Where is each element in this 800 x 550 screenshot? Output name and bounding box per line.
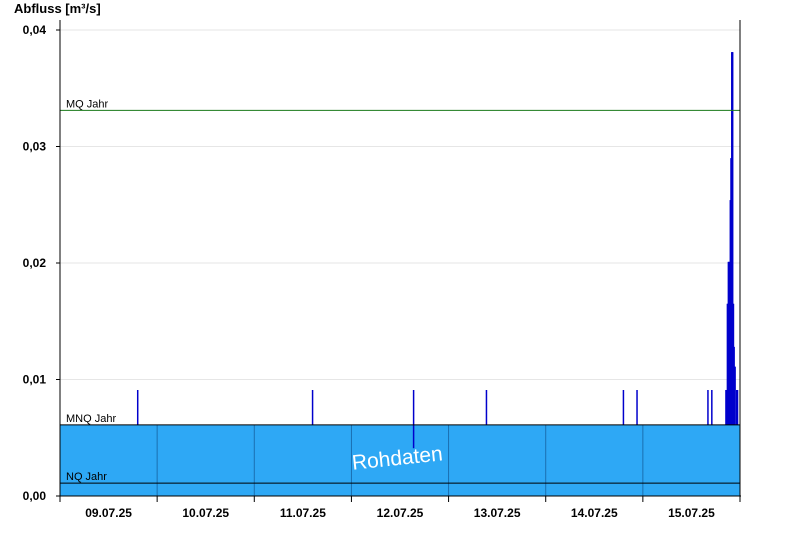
x-tick-label-2: 11.07.25 [280, 506, 326, 520]
y-tick-label-0: 0,00 [23, 489, 47, 503]
y-tick-label-1: 0,01 [23, 373, 47, 387]
peak-bar-9 [733, 366, 736, 425]
chart-title: Abfluss [m³/s] [14, 1, 101, 16]
x-tick-label-6: 15.07.25 [668, 506, 715, 520]
y-tick-label-4: 0,04 [23, 23, 47, 37]
peak-bar-10 [735, 389, 739, 425]
x-ticks: 09.07.25 10.07.25 11.07.25 12.07.25 13.07.25… [59, 496, 741, 520]
x-tick-label-1: 10.07.25 [182, 506, 229, 520]
x-tick-label-0: 09.07.25 [85, 506, 132, 520]
discharge-chart: Abfluss [m³/s] MQ Jahr MNQ Jahr NQ Jahr 0,… [14, 1, 741, 520]
y-ticks: 0,00 0,01 0,02 0,03 0,04 [23, 23, 60, 503]
y-tick-label-3: 0,03 [23, 140, 47, 154]
x-tick-label-3: 12.07.25 [377, 506, 424, 520]
data-series [136, 52, 739, 449]
refline-label-mnq-jahr: MNQ Jahr [66, 413, 116, 425]
x-tick-label-5: 14.07.25 [571, 506, 618, 520]
refline-label-nq-jahr: NQ Jahr [66, 471, 107, 483]
grid [60, 29, 740, 380]
refline-label-mq-jahr: MQ Jahr [66, 98, 109, 110]
y-tick-label-2: 0,02 [23, 256, 47, 270]
x-tick-label-4: 13.07.25 [474, 506, 521, 520]
